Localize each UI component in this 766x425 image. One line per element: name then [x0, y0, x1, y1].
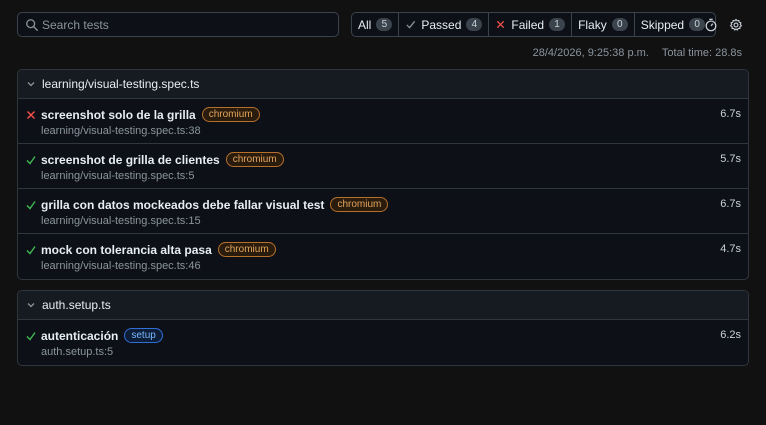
run-date: 28/4/2026, 9:25:38 p.m.: [532, 47, 649, 59]
search-icon: [26, 19, 38, 31]
test-duration: 5.7s: [720, 153, 741, 165]
filter-all[interactable]: All 5: [352, 13, 400, 36]
test-duration: 4.7s: [720, 243, 741, 255]
test-duration: 6.7s: [720, 198, 741, 210]
filter-passed[interactable]: Passed 4: [399, 13, 490, 36]
filter-label: Flaky: [578, 17, 607, 32]
test-row[interactable]: screenshot de grilla de clientes chromiu…: [18, 144, 748, 189]
test-title-text: mock con tolerancia alta pasa: [41, 242, 212, 257]
test-row[interactable]: grilla con datos mockeados debe fallar v…: [18, 189, 748, 234]
filter-label: Skipped: [640, 17, 685, 32]
filter-label: All: [358, 17, 372, 32]
filter-count: 4: [466, 18, 483, 31]
filter-label: Passed: [421, 17, 462, 32]
run-meta: 28/4/2026, 9:25:38 p.m. Total time: 28.8…: [533, 47, 742, 59]
file-group: auth.setup.ts autenticación setup auth.s…: [17, 290, 749, 366]
stopwatch-icon: [705, 18, 717, 31]
filter-count: 0: [611, 18, 628, 31]
file-name: auth.setup.ts: [42, 298, 111, 312]
test-location: learning/visual-testing.spec.ts:46: [41, 260, 201, 272]
test-title-text: screenshot de grilla de clientes: [41, 152, 220, 167]
settings-button[interactable]: [724, 12, 748, 37]
search-box[interactable]: [17, 12, 339, 37]
test-title[interactable]: screenshot de grilla de clientes chromiu…: [41, 152, 284, 167]
status-filters: All 5 Passed 4 Failed 1 Flaky 0 Skipped …: [351, 12, 716, 37]
timing-button[interactable]: [699, 12, 723, 37]
test-row[interactable]: autenticación setup auth.setup.ts:5 6.2s: [18, 320, 748, 365]
test-title-text: grilla con datos mockeados debe fallar v…: [41, 197, 325, 212]
filter-count: 1: [549, 18, 566, 31]
test-title-text: screenshot solo de la grilla: [41, 107, 196, 122]
check-icon: [26, 332, 36, 341]
cross-icon: [27, 111, 35, 119]
test-title-text: autenticación: [41, 328, 119, 343]
test-location: learning/visual-testing.spec.ts:15: [41, 215, 201, 227]
test-title[interactable]: mock con tolerancia alta pasa chromium: [41, 242, 276, 257]
chevron-down-icon: [27, 82, 35, 87]
test-row[interactable]: screenshot solo de la grilla chromium le…: [18, 99, 748, 144]
file-header[interactable]: learning/visual-testing.spec.ts: [18, 70, 748, 99]
file-name: learning/visual-testing.spec.ts: [42, 77, 200, 91]
test-title[interactable]: grilla con datos mockeados debe fallar v…: [41, 197, 389, 212]
test-duration: 6.7s: [720, 108, 741, 120]
check-icon: [26, 201, 36, 210]
chevron-down-icon: [27, 303, 35, 308]
filter-failed[interactable]: Failed 1: [489, 13, 573, 36]
check-icon: [26, 246, 36, 255]
file-header[interactable]: auth.setup.ts: [18, 291, 748, 320]
filter-label: Failed: [511, 17, 545, 32]
toolbar: All 5 Passed 4 Failed 1 Flaky 0 Skipped …: [17, 12, 749, 37]
check-icon: [406, 20, 416, 29]
test-location: auth.setup.ts:5: [41, 346, 114, 358]
test-location: learning/visual-testing.spec.ts:38: [41, 125, 201, 137]
search-input[interactable]: [42, 15, 332, 34]
filter-flaky[interactable]: Flaky 0: [572, 13, 635, 36]
project-badge[interactable]: chromium: [225, 152, 284, 167]
cross-icon: [497, 20, 505, 29]
file-group: learning/visual-testing.spec.ts screensh…: [17, 69, 749, 280]
project-badge[interactable]: setup: [124, 328, 163, 343]
project-badge[interactable]: chromium: [330, 197, 389, 212]
check-icon: [26, 156, 36, 165]
test-duration: 6.2s: [720, 329, 741, 341]
total-time: Total time: 28.8s: [661, 47, 742, 59]
test-title[interactable]: autenticación setup: [41, 328, 163, 343]
gear-icon: [729, 18, 743, 31]
filter-count: 5: [376, 18, 393, 31]
project-badge[interactable]: chromium: [217, 242, 276, 257]
project-badge[interactable]: chromium: [201, 107, 260, 122]
test-row[interactable]: mock con tolerancia alta pasa chromium l…: [18, 234, 748, 279]
test-title[interactable]: screenshot solo de la grilla chromium: [41, 107, 260, 122]
test-location: learning/visual-testing.spec.ts:5: [41, 170, 195, 182]
